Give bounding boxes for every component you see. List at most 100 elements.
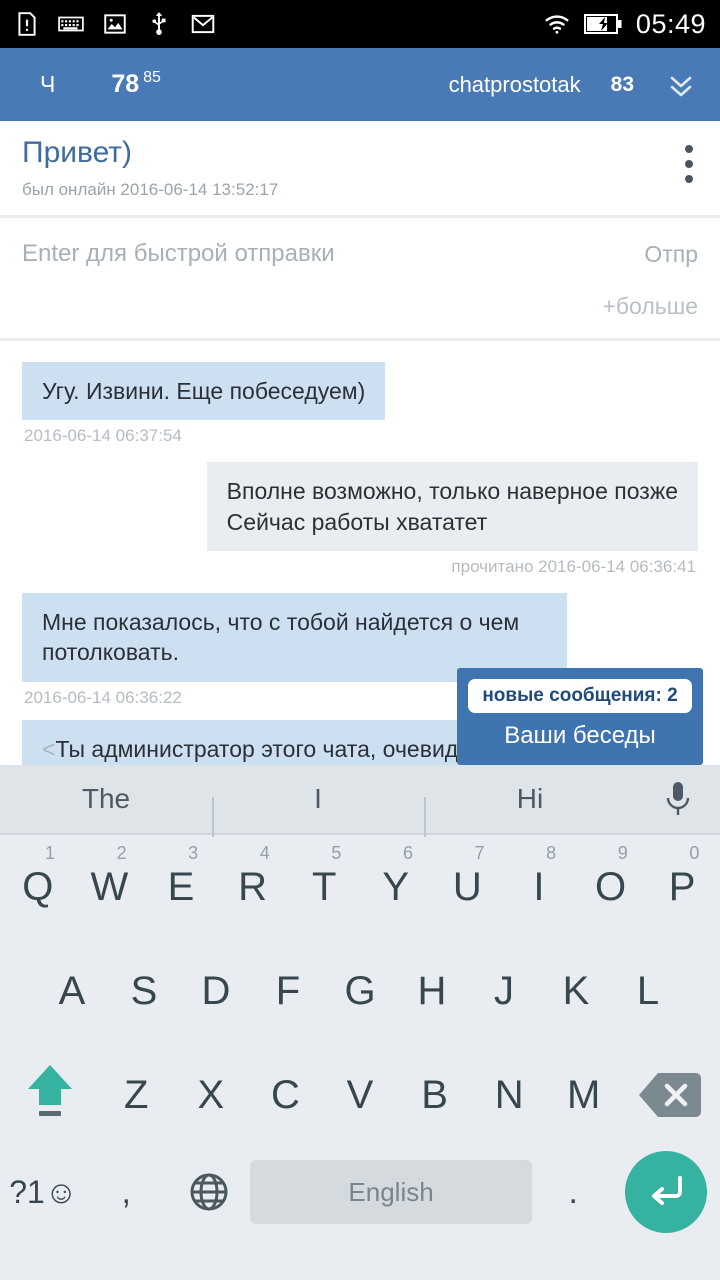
quote-caret-icon: <: [42, 735, 56, 762]
key-c[interactable]: C: [248, 1049, 323, 1141]
double-chevron-down-icon[interactable]: [664, 68, 698, 102]
chat-title[interactable]: Привет): [22, 135, 698, 171]
key-j[interactable]: J: [468, 945, 540, 1037]
key-s[interactable]: S: [108, 945, 180, 1037]
send-button[interactable]: Отпр: [644, 241, 698, 268]
message-input[interactable]: [22, 240, 645, 268]
backspace-delete-icon: [636, 1070, 702, 1120]
app-bar: Ч 78 85 chatprostotak 83: [0, 48, 720, 121]
key-p[interactable]: 0P: [646, 841, 718, 933]
phone-screen: 05:49 Ч 78 85 chatprostotak 83 Привет) б…: [0, 0, 720, 1280]
space-key-label: English: [250, 1160, 532, 1224]
message-timestamp: 2016-06-14 06:37:54: [24, 426, 182, 446]
key-v[interactable]: V: [323, 1049, 398, 1141]
symbols-key[interactable]: ?1☺: [2, 1151, 85, 1233]
key-number: 3: [188, 843, 199, 863]
key-w[interactable]: 2W: [74, 841, 146, 933]
suggestion-bar: The I Hi: [0, 765, 720, 837]
key-x[interactable]: X: [174, 1049, 249, 1141]
language-key[interactable]: [168, 1151, 251, 1233]
key-number: 6: [402, 843, 413, 863]
message-timestamp: прочитано 2016-06-14 06:36:41: [451, 557, 696, 577]
key-number: 4: [259, 843, 270, 863]
globe-language-icon: [188, 1171, 230, 1213]
key-h[interactable]: H: [396, 945, 468, 1037]
key-g[interactable]: G: [324, 945, 396, 1037]
key-e[interactable]: 3E: [145, 841, 217, 933]
suggestion-item[interactable]: The: [0, 783, 212, 815]
kebab-menu-icon[interactable]: [684, 145, 694, 183]
message-bubble: Угу. Извини. Еще побеседуем): [22, 362, 386, 421]
key-t[interactable]: 5T: [288, 841, 360, 933]
enter-return-icon: [625, 1151, 708, 1233]
user-badge-count: 83: [610, 72, 634, 96]
status-bar-right: 05:49: [544, 9, 706, 40]
wifi-icon: [544, 11, 570, 37]
message-bubble: <Ты администратор этого чата, очевидно: [22, 719, 504, 765]
more-options-button[interactable]: +больше: [602, 293, 698, 320]
key-l[interactable]: L: [612, 945, 684, 1037]
space-key[interactable]: English: [250, 1151, 532, 1233]
message-composer: Отпр +больше: [0, 221, 720, 341]
key-number: 7: [474, 843, 485, 863]
key-label: U: [452, 864, 482, 909]
key-m[interactable]: M: [546, 1049, 621, 1141]
on-screen-keyboard: The I Hi 1Q 2W 3E 4R 5T 6Y 7U 8I 9O 0P A: [0, 765, 720, 1280]
key-f[interactable]: F: [252, 945, 324, 1037]
your-conversations-link[interactable]: Ваши беседы: [504, 722, 656, 750]
key-q[interactable]: 1Q: [2, 841, 74, 933]
keyboard-row-2: A S D F G H J K L: [0, 939, 720, 1043]
suggestion-item[interactable]: I: [212, 783, 424, 837]
counter-main: 78: [111, 70, 140, 98]
keyboard-icon: [58, 11, 84, 37]
status-bar: 05:49: [0, 0, 720, 48]
app-bar-counter[interactable]: 78 85: [111, 70, 161, 98]
key-y[interactable]: 6Y: [360, 841, 432, 933]
shift-key[interactable]: [2, 1049, 99, 1141]
gmail-icon: [190, 11, 216, 37]
key-number: 8: [546, 843, 557, 863]
key-i[interactable]: 8I: [503, 841, 575, 933]
key-label: Q: [22, 864, 54, 909]
key-label: E: [167, 864, 195, 909]
backspace-key[interactable]: [621, 1049, 718, 1141]
shift-up-arrow-icon: [24, 1059, 76, 1131]
key-label: Y: [382, 864, 410, 909]
keyboard-row-1: 1Q 2W 3E 4R 5T 6Y 7U 8I 9O 0P: [0, 835, 720, 939]
usb-icon: [146, 11, 172, 37]
key-label: O: [594, 864, 627, 909]
key-label: I: [533, 864, 545, 909]
message-item[interactable]: Вполне возможно, только наверное позже Се…: [0, 462, 720, 577]
key-number: 1: [44, 843, 55, 863]
composer-row: Отпр: [0, 221, 720, 287]
key-label: P: [668, 864, 696, 909]
key-label: R: [238, 864, 268, 909]
message-bubble-text: Ты администратор этого чата, очевидно: [55, 735, 484, 762]
key-number: 5: [331, 843, 342, 863]
period-key[interactable]: .: [532, 1151, 615, 1233]
message-item[interactable]: Угу. Извини. Еще побеседуем) 2016-06-14 …: [0, 362, 720, 446]
keyboard-row-3: Z X C V B N M: [0, 1043, 720, 1147]
image-icon: [102, 11, 128, 37]
message-bubble: Вполне возможно, только наверное позже Се…: [206, 462, 698, 552]
enter-key[interactable]: [615, 1151, 718, 1233]
key-b[interactable]: B: [397, 1049, 472, 1141]
new-messages-overlay[interactable]: новые сообщения: 2 Ваши беседы: [457, 668, 703, 765]
key-u[interactable]: 7U: [432, 841, 504, 933]
key-d[interactable]: D: [180, 945, 252, 1037]
comma-key[interactable]: ,: [85, 1151, 168, 1233]
app-logo[interactable]: Ч: [40, 71, 55, 98]
sdcard-warning-icon: [14, 11, 40, 37]
key-a[interactable]: A: [36, 945, 108, 1037]
key-k[interactable]: K: [540, 945, 612, 1037]
suggestion-item[interactable]: Hi: [424, 783, 636, 837]
username-label[interactable]: chatprostotak: [449, 72, 581, 98]
microphone-icon: [662, 780, 694, 818]
battery-charging-icon: [583, 13, 622, 35]
key-r[interactable]: 4R: [217, 841, 289, 933]
key-o[interactable]: 9O: [575, 841, 647, 933]
key-z[interactable]: Z: [99, 1049, 174, 1141]
key-number: 9: [617, 843, 628, 863]
key-n[interactable]: N: [472, 1049, 547, 1141]
voice-input-button[interactable]: [636, 780, 720, 818]
